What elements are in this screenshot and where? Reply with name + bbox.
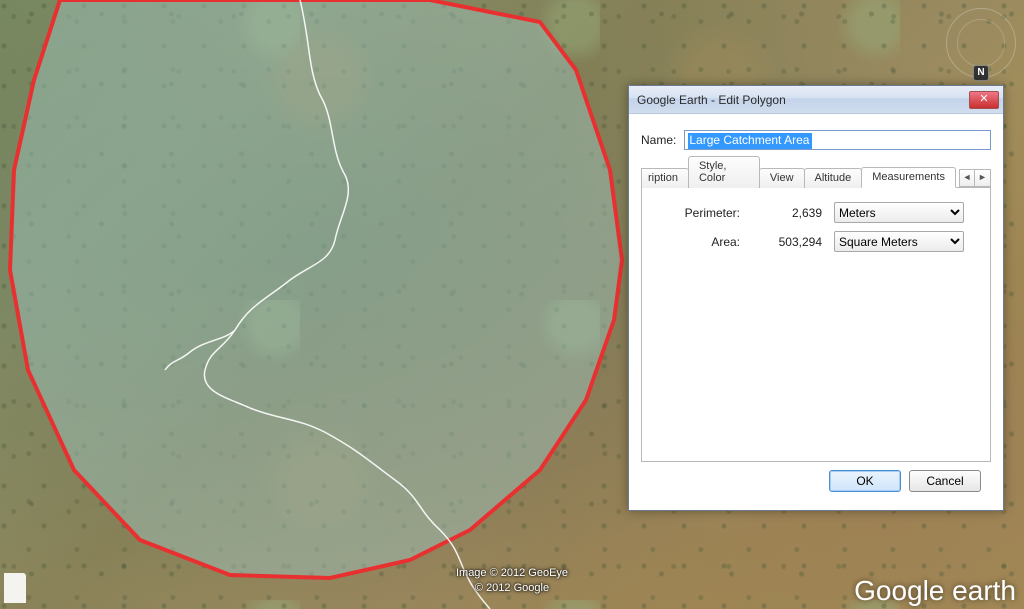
- tab-scroll: ◄ ►: [959, 169, 991, 187]
- close-button[interactable]: ✕: [969, 91, 999, 109]
- name-input[interactable]: [684, 130, 991, 150]
- perimeter-value: 2,639: [748, 206, 826, 220]
- perimeter-label: Perimeter:: [660, 206, 740, 220]
- logo-product: earth: [944, 575, 1016, 606]
- dialog-body: Name: ription Style, Color View Altitude…: [629, 114, 1003, 510]
- measurements-panel: Perimeter: 2,639 Meters Area: 503,294 Sq…: [641, 188, 991, 462]
- tab-scroll-left-button[interactable]: ◄: [959, 169, 975, 187]
- map-viewport[interactable]: N Image © 2012 GeoEye © 2012 Google Goog…: [0, 0, 1024, 609]
- edit-polygon-dialog: Google Earth - Edit Polygon ✕ Name: ript…: [628, 85, 1004, 511]
- logo-brand: Google: [854, 575, 944, 606]
- tab-altitude[interactable]: Altitude: [804, 168, 863, 188]
- ok-button[interactable]: OK: [829, 470, 901, 492]
- perimeter-row: Perimeter: 2,639 Meters: [660, 202, 972, 223]
- perimeter-unit-select[interactable]: Meters: [834, 202, 964, 223]
- dialog-footer: OK Cancel: [641, 462, 991, 502]
- area-value: 503,294: [748, 235, 826, 249]
- name-row: Name:: [641, 130, 991, 150]
- name-label: Name:: [641, 133, 676, 147]
- tab-measurements[interactable]: Measurements: [861, 167, 956, 188]
- area-row: Area: 503,294 Square Meters: [660, 231, 972, 252]
- tab-style-color[interactable]: Style, Color: [688, 156, 760, 188]
- tab-view[interactable]: View: [759, 168, 805, 188]
- imagery-attribution: Image © 2012 GeoEye © 2012 Google: [456, 566, 568, 595]
- dialog-title: Google Earth - Edit Polygon: [637, 93, 969, 107]
- cancel-button[interactable]: Cancel: [909, 470, 981, 492]
- area-label: Area:: [660, 235, 740, 249]
- scale-widget: [4, 573, 26, 603]
- compass-widget[interactable]: N: [946, 8, 1016, 78]
- tab-description[interactable]: ription: [641, 168, 689, 188]
- tab-scroll-right-button[interactable]: ►: [975, 169, 991, 187]
- google-earth-logo: Google earth: [854, 575, 1016, 607]
- tab-bar: ription Style, Color View Altitude Measu…: [641, 164, 991, 188]
- compass-north-label: N: [973, 65, 989, 81]
- area-unit-select[interactable]: Square Meters: [834, 231, 964, 252]
- dialog-titlebar[interactable]: Google Earth - Edit Polygon ✕: [629, 86, 1003, 114]
